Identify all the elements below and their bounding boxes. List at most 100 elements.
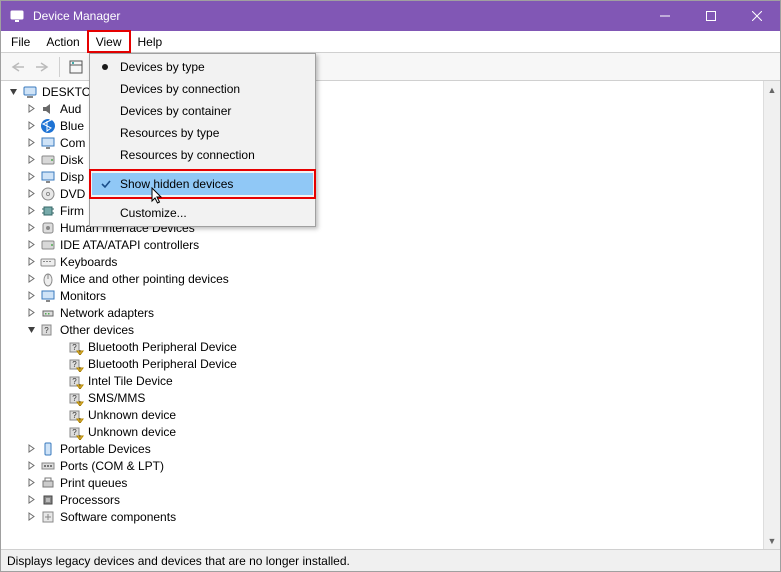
view-dropdown-menu: Devices by type Devices by connection De…: [89, 53, 316, 227]
scroll-up-icon[interactable]: ▲: [764, 81, 780, 98]
tree-item-cat-13[interactable]: ? Other devices: [5, 321, 780, 338]
unknown-device-icon: ?!: [68, 424, 84, 440]
tree-item-label: Other devices: [60, 323, 134, 337]
expander-closed-icon[interactable]: [25, 442, 38, 455]
expander-closed-icon[interactable]: [25, 289, 38, 302]
mouse-icon: [40, 271, 56, 287]
expander-closed-icon[interactable]: [25, 493, 38, 506]
tree-item-cat-16[interactable]: Print queues: [5, 474, 780, 491]
tree-item-cat-8[interactable]: IDE ATA/ATAPI controllers: [5, 236, 780, 253]
tree-item-cat-15[interactable]: Ports (COM & LPT): [5, 457, 780, 474]
tree-item-label: DVD: [60, 187, 85, 201]
menu-bar: File Action View Help: [1, 31, 780, 53]
tree-item-child-13-5[interactable]: ?!Unknown device: [5, 423, 780, 440]
menu-item-label: Resources by type: [120, 126, 219, 140]
expander-closed-icon[interactable]: [25, 255, 38, 268]
expander-closed-icon[interactable]: [25, 187, 38, 200]
expander-closed-icon[interactable]: [25, 170, 38, 183]
maximize-button[interactable]: [688, 1, 734, 31]
menu-item-resources-by-connection[interactable]: Resources by connection: [92, 144, 313, 166]
monitor-icon: [40, 288, 56, 304]
expander-closed-icon[interactable]: [25, 119, 38, 132]
software-icon: [40, 509, 56, 525]
menu-view[interactable]: View: [88, 31, 130, 52]
unknown-device-icon: ?!: [68, 407, 84, 423]
expander-closed-icon[interactable]: [25, 510, 38, 523]
expander-closed-icon[interactable]: [25, 221, 38, 234]
expander-closed-icon[interactable]: [25, 136, 38, 149]
tree-item-cat-14[interactable]: Portable Devices: [5, 440, 780, 457]
tree-item-cat-18[interactable]: Software components: [5, 508, 780, 525]
menu-file[interactable]: File: [3, 31, 38, 52]
menu-item-devices-by-connection[interactable]: Devices by connection: [92, 78, 313, 100]
tree-item-label: Aud: [60, 102, 81, 116]
unknown-device-icon: ?!: [68, 339, 84, 355]
tree-item-label: Disp: [60, 170, 84, 184]
hid-icon: [40, 220, 56, 236]
tree-item-child-13-3[interactable]: ?! SMS/MMS: [5, 389, 780, 406]
toolbar-properties-button[interactable]: [64, 55, 88, 79]
expander-closed-icon[interactable]: [25, 102, 38, 115]
status-text: Displays legacy devices and devices that…: [7, 554, 350, 568]
expander-closed-icon[interactable]: [25, 238, 38, 251]
tree-item-label: Processors: [60, 493, 120, 507]
unknown-device-icon: ?!: [68, 373, 84, 389]
menu-separator: [94, 198, 311, 199]
expander-closed-icon[interactable]: [25, 153, 38, 166]
monitor-icon: [40, 135, 56, 151]
tree-item-cat-9[interactable]: Keyboards: [5, 253, 780, 270]
menu-help[interactable]: Help: [130, 31, 171, 52]
tree-item-label: Keyboards: [60, 255, 117, 269]
vertical-scrollbar[interactable]: ▲ ▼: [763, 81, 780, 549]
computer-icon: [22, 84, 38, 100]
tree-item-cat-11[interactable]: Monitors: [5, 287, 780, 304]
menu-item-devices-by-container[interactable]: Devices by container: [92, 100, 313, 122]
menu-item-label: Devices by container: [120, 104, 231, 118]
tree-item-label: DESKTO: [42, 85, 91, 99]
svg-text:?: ?: [44, 326, 49, 335]
window-title: Device Manager: [33, 9, 642, 23]
tree-item-child-13-1[interactable]: ?!Bluetooth Peripheral Device: [5, 355, 780, 372]
minimize-button[interactable]: [642, 1, 688, 31]
tree-item-label: Software components: [60, 510, 176, 524]
tree-item-label: Bluetooth Peripheral Device: [88, 357, 237, 371]
portable-device-icon: [40, 441, 56, 457]
close-button[interactable]: [734, 1, 780, 31]
menu-item-resources-by-type[interactable]: Resources by type: [92, 122, 313, 144]
expander-open-icon[interactable]: [7, 85, 20, 98]
expander-closed-icon[interactable]: [25, 459, 38, 472]
tree-item-label: Unknown device: [88, 408, 176, 422]
dvd-icon: [40, 186, 56, 202]
expander-closed-icon[interactable]: [25, 272, 38, 285]
tree-item-label: Monitors: [60, 289, 106, 303]
expander-open-icon[interactable]: [25, 323, 38, 336]
menu-separator: [94, 169, 311, 170]
scroll-down-icon[interactable]: ▼: [764, 532, 780, 549]
tree-item-label: Portable Devices: [60, 442, 151, 456]
expander-closed-icon[interactable]: [25, 204, 38, 217]
menu-item-label: Customize...: [120, 206, 187, 220]
tree-item-label: SMS/MMS: [88, 391, 145, 405]
toolbar-back-button[interactable]: [5, 55, 29, 79]
chip-icon: [40, 203, 56, 219]
menu-item-customize[interactable]: Customize...: [92, 202, 313, 224]
tree-item-child-13-4[interactable]: ?! Unknown device: [5, 406, 780, 423]
menu-item-show-hidden-devices[interactable]: Show hidden devices: [92, 173, 313, 195]
menu-action[interactable]: Action: [38, 31, 87, 52]
unknown-device-icon: ?!: [68, 390, 84, 406]
keyboard-icon: [40, 254, 56, 270]
expander-closed-icon[interactable]: [25, 476, 38, 489]
disk-icon: [40, 152, 56, 168]
tree-item-cat-12[interactable]: Network adapters: [5, 304, 780, 321]
port-icon: [40, 458, 56, 474]
status-bar: Displays legacy devices and devices that…: [1, 549, 780, 571]
expander-closed-icon[interactable]: [25, 306, 38, 319]
tree-item-cat-10[interactable]: Mice and other pointing devices: [5, 270, 780, 287]
tree-item-cat-17[interactable]: Processors: [5, 491, 780, 508]
tree-item-child-13-2[interactable]: ?!Intel Tile Device: [5, 372, 780, 389]
toolbar-forward-button[interactable]: [31, 55, 55, 79]
tree-item-label: Network adapters: [60, 306, 154, 320]
menu-item-devices-by-type[interactable]: Devices by type: [92, 56, 313, 78]
menu-item-label: Show hidden devices: [120, 177, 233, 191]
tree-item-child-13-0[interactable]: ?!Bluetooth Peripheral Device: [5, 338, 780, 355]
